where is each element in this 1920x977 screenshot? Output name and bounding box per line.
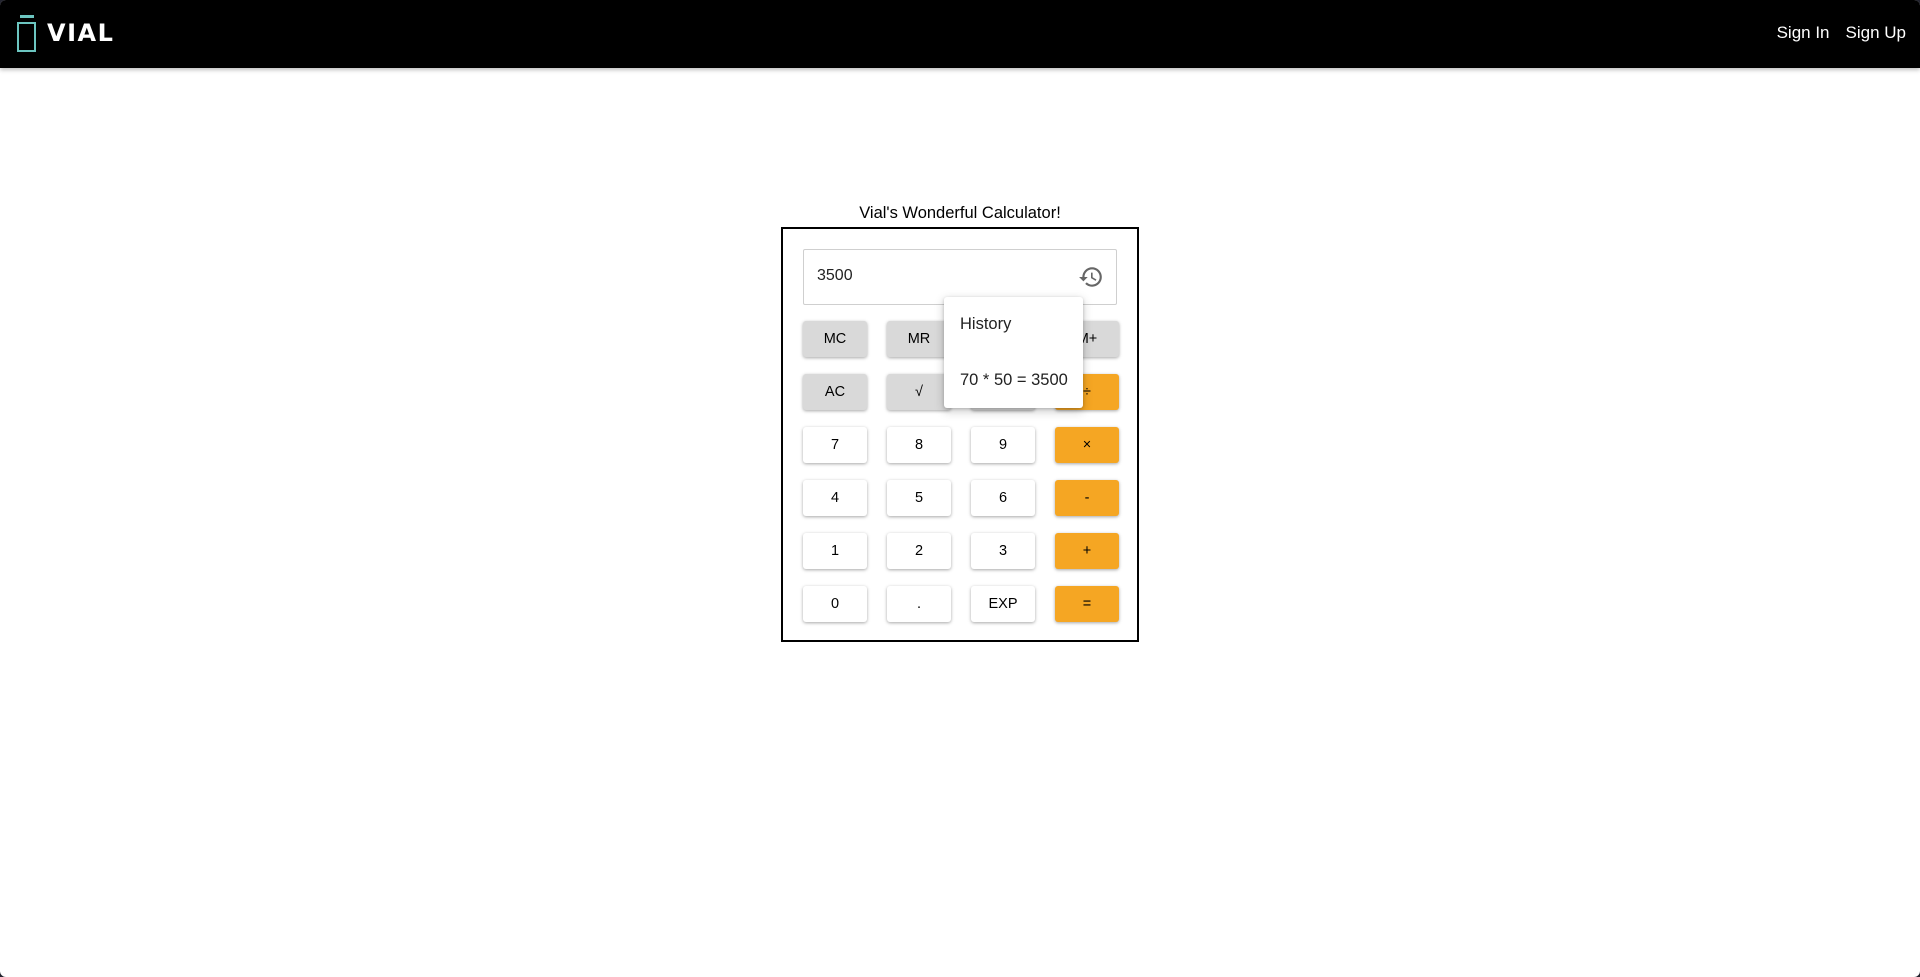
digit-3-button[interactable]: 3: [971, 533, 1035, 569]
multiply-button[interactable]: ×: [1055, 427, 1119, 463]
digit-4-button[interactable]: 4: [803, 480, 867, 516]
digit-9-button[interactable]: 9: [971, 427, 1035, 463]
digit-8-button[interactable]: 8: [887, 427, 951, 463]
memory-clear-button[interactable]: MC: [803, 321, 867, 357]
calculator: 3500 MCMRM-M+AC√%÷789×456-123+0.EXP=: [781, 227, 1139, 642]
sign-in-link[interactable]: Sign In: [1777, 23, 1830, 43]
add-button[interactable]: +: [1055, 533, 1119, 569]
digit-2-button[interactable]: 2: [887, 533, 951, 569]
digit-6-button[interactable]: 6: [971, 480, 1035, 516]
logo[interactable]: VIAL: [17, 15, 115, 52]
history-heading: History: [960, 315, 1012, 333]
subtract-button[interactable]: -: [1055, 480, 1119, 516]
digit-0-button[interactable]: 0: [803, 586, 867, 622]
digit-5-button[interactable]: 5: [887, 480, 951, 516]
decimal-button[interactable]: .: [887, 586, 951, 622]
display-value: 3500: [817, 267, 853, 284]
digit-7-button[interactable]: 7: [803, 427, 867, 463]
sign-up-link[interactable]: Sign Up: [1846, 23, 1906, 43]
history-popup: History 70 * 50 = 3500: [944, 297, 1083, 408]
equals-button[interactable]: =: [1055, 586, 1119, 622]
brand-name: VIAL: [47, 19, 115, 47]
page: VIAL Sign In Sign Up Vial's Wonderful Ca…: [0, 0, 1920, 977]
history-icon[interactable]: [1078, 264, 1104, 290]
all-clear-button[interactable]: AC: [803, 374, 867, 410]
vial-logo-icon: [17, 15, 37, 52]
digit-1-button[interactable]: 1: [803, 533, 867, 569]
exponent-button[interactable]: EXP: [971, 586, 1035, 622]
nav-links: Sign In Sign Up: [1777, 23, 1906, 43]
memory-recall-button[interactable]: MR: [887, 321, 951, 357]
calculator-title: Vial's Wonderful Calculator!: [859, 204, 1061, 222]
navbar: VIAL Sign In Sign Up: [0, 0, 1920, 68]
history-entry[interactable]: 70 * 50 = 3500: [960, 371, 1068, 390]
square-root-button[interactable]: √: [887, 374, 951, 410]
